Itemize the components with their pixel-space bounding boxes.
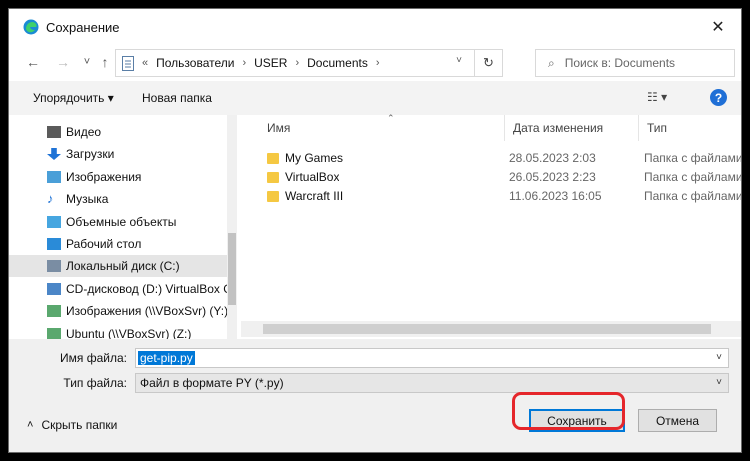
view-options-icon[interactable]: ☷ ▾	[647, 90, 667, 104]
navigation-pane: Видео Загрузки Изображения ♪ Музыка Объем…	[9, 115, 237, 341]
sort-ascending-icon: ⌃	[387, 113, 395, 123]
save-button-highlight	[512, 392, 625, 430]
breadcrumb-user[interactable]: USER	[254, 56, 287, 70]
filetype-label: Тип файла:	[63, 376, 127, 390]
hide-folders-button[interactable]: ˄ Скрыть папки	[27, 418, 117, 432]
folder-icon	[267, 191, 279, 202]
sidebar-item-pictures[interactable]: Изображения	[9, 166, 227, 188]
toolbar: Упорядочить ▾ Новая папка ☷ ▾ ?	[9, 81, 741, 115]
breadcrumb-documents[interactable]: Documents	[307, 56, 368, 70]
sidebar-item-desktop[interactable]: Рабочий стол	[9, 233, 227, 255]
search-placeholder: Поиск в: Documents	[564, 56, 676, 70]
up-arrow-icon[interactable]: ↑	[95, 52, 115, 72]
sidebar-item-downloads[interactable]: Загрузки	[9, 143, 227, 165]
sidebar-item-video[interactable]: Видео	[9, 121, 227, 143]
breadcrumb-separator-icon[interactable]: ›	[242, 57, 246, 69]
help-icon[interactable]: ?	[710, 89, 727, 106]
video-icon	[47, 126, 61, 138]
filetype-select[interactable]: Файл в формате PY (*.py) ˅	[135, 373, 729, 393]
save-dialog: Сохранение ✕ ← → ˅ ↑ « Пользователи › US…	[8, 8, 742, 453]
sidebar-item-music[interactable]: ♪ Музыка	[9, 188, 227, 210]
address-dropdown-icon[interactable]: ˅	[456, 55, 462, 66]
column-header-type[interactable]: Тип	[639, 115, 741, 141]
folder-icon	[267, 172, 279, 183]
drive-icon	[47, 260, 61, 272]
file-list: ⌃ Имя Дата изменения Тип My Games 28.05.…	[241, 113, 741, 339]
breadcrumb-users[interactable]: Пользователи	[156, 56, 234, 70]
sidebar-item-network-y[interactable]: Изображения (\\VBoxSvr) (Y:)	[9, 300, 227, 322]
save-form: Имя файла: get-pip.py ˅ Тип файла: Файл …	[9, 339, 741, 452]
forward-arrow-icon[interactable]: →	[53, 52, 73, 72]
music-icon: ♪	[47, 191, 54, 206]
filename-dropdown-icon[interactable]: ˅	[716, 352, 722, 363]
navigation-row: ← → ˅ ↑ « Пользователи › USER › Document…	[9, 45, 741, 79]
organize-button[interactable]: Упорядочить ▾	[33, 91, 114, 105]
cd-drive-icon	[47, 283, 61, 295]
new-folder-button[interactable]: Новая папка	[142, 91, 212, 105]
sidebar-item-3d-objects[interactable]: Объемные объекты	[9, 211, 227, 233]
horizontal-scrollbar[interactable]	[241, 321, 741, 337]
sidebar-item-cd-drive-d[interactable]: CD-дисковод (D:) VirtualBox Gu	[9, 278, 227, 300]
window-title: Сохранение	[46, 19, 120, 35]
folder-icon	[267, 153, 279, 164]
filename-input[interactable]: get-pip.py ˅	[135, 348, 729, 368]
address-bar[interactable]: « Пользователи › USER › Documents › ˅ ↻	[115, 49, 503, 77]
desktop-icon	[47, 238, 61, 250]
network-drive-icon	[47, 305, 61, 317]
navigation-scrollbar[interactable]	[227, 115, 237, 339]
search-icon: ⌕	[548, 55, 555, 70]
recent-locations-dropdown-icon[interactable]: ˅	[77, 52, 97, 72]
table-row[interactable]: Warcraft III 11.06.2023 16:05 Папка с фа…	[241, 187, 741, 206]
column-header-date[interactable]: Дата изменения	[505, 115, 639, 141]
refresh-icon[interactable]: ↻	[474, 50, 502, 76]
back-arrow-icon[interactable]: ←	[23, 52, 43, 72]
scrollbar-thumb[interactable]	[228, 233, 236, 305]
document-icon	[122, 55, 134, 71]
pictures-icon	[47, 171, 61, 183]
breadcrumb-separator-icon[interactable]: ›	[376, 57, 380, 69]
close-button[interactable]: ✕	[695, 9, 741, 45]
sidebar-item-local-disk-c[interactable]: Локальный диск (C:)	[9, 255, 227, 277]
table-row[interactable]: My Games 28.05.2023 2:03 Папка с файлами	[241, 149, 741, 168]
edge-app-icon	[23, 19, 39, 35]
search-box[interactable]: ⌕ Поиск в: Documents	[535, 49, 735, 77]
title-bar: Сохранение ✕	[9, 9, 741, 45]
breadcrumb-separator-icon[interactable]: ›	[295, 57, 299, 69]
column-header-name[interactable]: ⌃ Имя	[259, 113, 505, 141]
overflow-chevron-icon[interactable]: «	[142, 57, 148, 69]
3d-objects-icon	[47, 216, 61, 228]
filetype-dropdown-icon[interactable]: ˅	[716, 377, 722, 388]
scrollbar-thumb[interactable]	[263, 324, 711, 334]
downloads-icon	[47, 148, 61, 160]
cancel-button[interactable]: Отмена	[638, 409, 717, 432]
table-row[interactable]: VirtualBox 26.05.2023 2:23 Папка с файла…	[241, 168, 741, 187]
chevron-up-icon: ˄	[27, 419, 34, 431]
filename-label: Имя файла:	[60, 351, 127, 365]
